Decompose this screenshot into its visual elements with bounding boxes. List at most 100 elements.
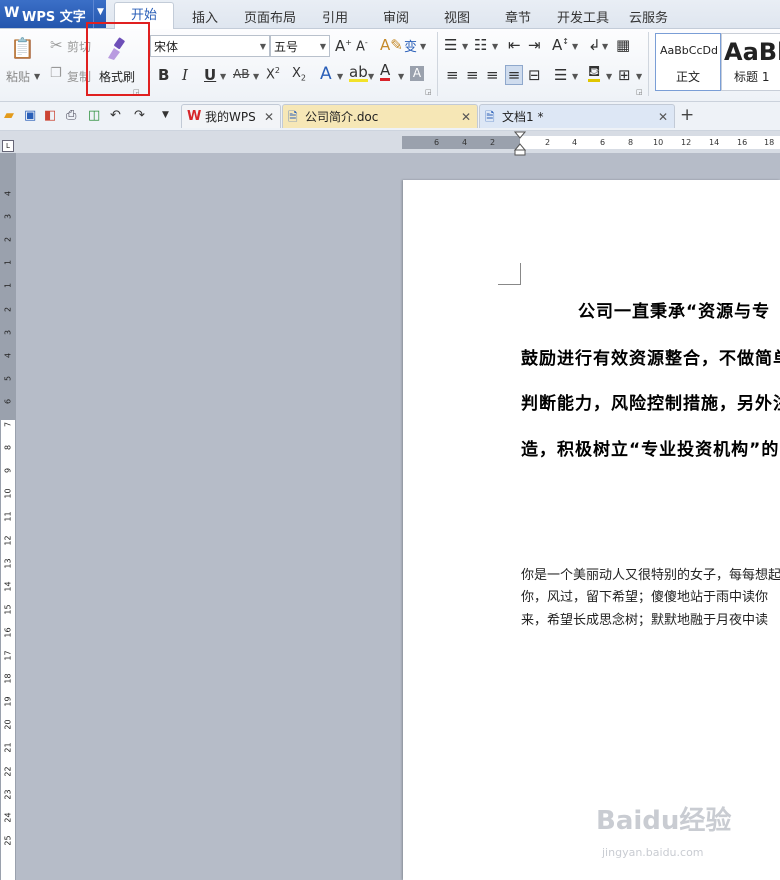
close-icon[interactable]: ✕: [264, 105, 274, 129]
print-icon[interactable]: ⎙: [66, 108, 76, 123]
ruler-number: 18: [764, 138, 775, 147]
tab-page-layout[interactable]: 页面布局: [244, 7, 296, 26]
ruler-number: 2: [490, 138, 496, 147]
chevron-down-icon[interactable]: ▼: [602, 42, 608, 51]
grow-font-icon[interactable]: A+: [335, 37, 352, 55]
style-heading-preview: AaBb: [724, 38, 780, 66]
chevron-down-icon[interactable]: ▼: [636, 72, 642, 81]
align-center-icon[interactable]: ≡: [466, 66, 479, 84]
phonetic-icon[interactable]: 变: [404, 36, 417, 55]
close-icon[interactable]: ✕: [658, 105, 668, 129]
pdf-export-icon[interactable]: ◧: [44, 108, 56, 123]
body-text-line[interactable]: 你是一个美丽动人又很特别的女子，每每想起: [521, 564, 780, 583]
subscript-icon[interactable]: X2: [292, 66, 306, 83]
superscript-icon[interactable]: X2: [266, 66, 280, 82]
chevron-down-icon[interactable]: ▼: [606, 72, 612, 81]
doc-tab-label: 我的WPS: [205, 110, 256, 124]
bold-icon[interactable]: B: [158, 66, 169, 84]
border-icon[interactable]: ⊞: [618, 66, 631, 84]
align-right-icon[interactable]: ≡: [486, 66, 499, 84]
chevron-down-icon[interactable]: ▼: [420, 42, 426, 51]
document-page[interactable]: [403, 180, 780, 880]
numbered-list-icon[interactable]: ☷: [474, 36, 487, 54]
highlighter-icon[interactable]: ab: [349, 65, 368, 82]
tab-review[interactable]: 审阅: [383, 7, 409, 26]
chevron-down-icon[interactable]: ▼: [220, 72, 226, 81]
chevron-down-icon[interactable]: ▼: [337, 72, 343, 81]
strikethrough-icon[interactable]: AB: [233, 67, 249, 81]
body-text-line[interactable]: 来，希望长成思念树；默默地融于月夜中读: [521, 609, 768, 628]
tab-view[interactable]: 视图: [444, 7, 470, 26]
tab-references[interactable]: 引用: [322, 7, 348, 26]
tab-chapter[interactable]: 章节: [505, 7, 531, 26]
ruler-number: 3: [3, 213, 13, 220]
chevron-down-icon[interactable]: ▼: [398, 72, 404, 81]
char-shading-icon[interactable]: A: [410, 66, 424, 81]
style-heading-1[interactable]: AaBb 标题 1: [721, 33, 780, 91]
shrink-font-icon[interactable]: A-: [356, 38, 368, 54]
indent-marker-icon[interactable]: [514, 131, 526, 157]
chevron-down-icon[interactable]: ▼: [368, 72, 374, 81]
dialog-launcher-icon[interactable]: ◲: [636, 88, 643, 96]
dialog-launcher-icon[interactable]: ◲: [425, 88, 432, 96]
close-icon[interactable]: ✕: [461, 105, 471, 129]
chevron-down-icon[interactable]: ▼: [572, 42, 578, 51]
ruler-number: 21: [3, 742, 13, 753]
paste-button[interactable]: 粘贴: [6, 68, 30, 85]
font-color-icon[interactable]: A: [380, 63, 391, 81]
chevron-down-icon[interactable]: ▼: [572, 72, 578, 81]
paragraph-mark-icon[interactable]: ↲: [588, 36, 601, 54]
doc-tab-company-profile[interactable]: 🗎 公司简介.doc ✕: [282, 104, 478, 128]
ruler-number: 16: [3, 627, 13, 638]
customize-toolbar-icon[interactable]: ▼: [162, 110, 169, 120]
bold-paragraph-line[interactable]: 造，积极树立“专业投资机构”的: [521, 435, 779, 460]
chevron-down-icon[interactable]: ▼: [462, 42, 468, 51]
tab-developer[interactable]: 开发工具: [557, 7, 609, 26]
italic-icon[interactable]: I: [182, 66, 188, 84]
clear-format-icon[interactable]: A✎: [380, 36, 403, 54]
bold-paragraph-line[interactable]: 鼓励进行有效资源整合，不做简单: [521, 344, 780, 369]
undo-icon[interactable]: ↶: [110, 108, 121, 123]
decrease-indent-icon[interactable]: ⇤: [508, 36, 521, 54]
chevron-down-icon[interactable]: ▼: [492, 42, 498, 51]
scissors-icon[interactable]: ✂: [50, 36, 63, 54]
chevron-down-icon[interactable]: ▼: [253, 72, 259, 81]
open-folder-icon[interactable]: ▰: [4, 108, 14, 123]
copy-icon[interactable]: ❐: [50, 66, 62, 81]
print-preview-icon[interactable]: ◫: [88, 108, 100, 123]
save-icon[interactable]: ▣: [24, 108, 36, 123]
doc-tab-my-wps[interactable]: W 我的WPS ✕: [181, 104, 281, 128]
distribute-icon[interactable]: ⊟: [528, 66, 541, 84]
table-grid-icon[interactable]: ▦: [616, 36, 630, 54]
text-effect-icon[interactable]: A: [320, 64, 332, 84]
tab-insert[interactable]: 插入: [192, 7, 218, 26]
redo-icon[interactable]: ↷: [134, 108, 145, 123]
align-left-icon[interactable]: ≡: [446, 66, 459, 84]
ruler-number: 2: [3, 236, 13, 243]
ruler-number: 9: [3, 467, 13, 474]
doc-tab-document1[interactable]: 🗎 文档1 * ✕: [479, 104, 675, 128]
font-name-select[interactable]: 宋体 ▼: [150, 35, 270, 57]
body-text-line[interactable]: 你，风过，留下希望；傻傻地站于雨中读你: [521, 586, 768, 605]
paint-bucket-icon[interactable]: ⛾: [588, 64, 601, 82]
justify-icon[interactable]: ≡: [505, 65, 523, 85]
ruler-number: 2: [545, 138, 551, 147]
increase-indent-icon[interactable]: ⇥: [528, 36, 541, 54]
style-normal-preview: AaBbCcDd: [660, 44, 718, 57]
ruler-number: 14: [3, 581, 13, 592]
new-tab-plus-icon[interactable]: +: [680, 105, 694, 125]
font-size-cycle-icon[interactable]: A↕: [552, 36, 569, 54]
style-normal[interactable]: AaBbCcDd 正文: [655, 33, 721, 91]
tab-stop-selector[interactable]: L: [2, 140, 14, 152]
ruler-number: 6: [434, 138, 440, 147]
paste-icon[interactable]: 📋: [10, 36, 35, 60]
tab-cloud[interactable]: 云服务: [629, 7, 668, 26]
ruler-number: 11: [3, 511, 13, 522]
bold-paragraph-line[interactable]: 公司一直秉承“资源与专: [578, 297, 770, 322]
chevron-down-icon[interactable]: ▼: [34, 72, 40, 81]
font-size-select[interactable]: 五号 ▼: [270, 35, 330, 57]
bold-paragraph-line[interactable]: 判断能力，风险控制措施，另外注: [521, 389, 780, 414]
bullet-list-icon[interactable]: ☰: [444, 36, 457, 54]
line-spacing-icon[interactable]: ☰: [554, 66, 567, 84]
underline-icon[interactable]: U: [204, 66, 216, 84]
